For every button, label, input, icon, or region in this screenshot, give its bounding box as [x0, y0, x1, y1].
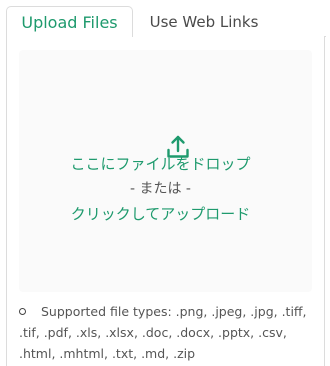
click-to-upload-link[interactable]: クリックしてアップロード — [7, 204, 314, 224]
or-separator: - または - — [129, 181, 191, 197]
tab-use-web-links[interactable]: Use Web Links — [134, 6, 274, 37]
supported-file-types: Supported file types: .png, .jpeg, .jpg,… — [19, 304, 307, 361]
upload-panel: ここにファイルをドロップ - または - クリックしてアップロード Suppor… — [6, 36, 325, 366]
tab-bar: Upload Files Use Web Links — [0, 0, 330, 37]
drop-instruction: ここにファイルをドロップ — [70, 155, 251, 173]
tab-upload-files[interactable]: Upload Files — [6, 6, 133, 37]
